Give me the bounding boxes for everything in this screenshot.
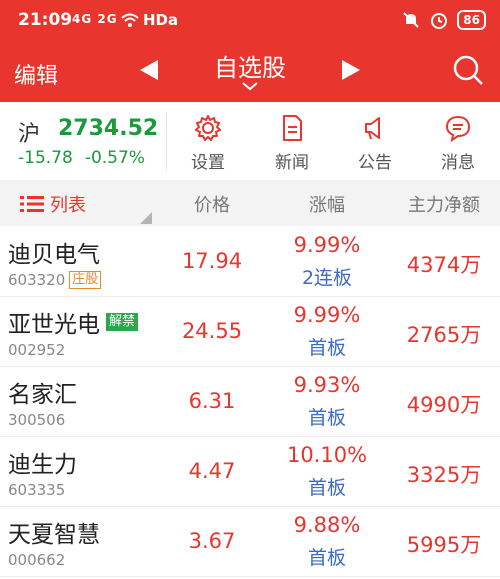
stock-code-wrap: 000662	[8, 551, 65, 569]
stock-change-pct: 9.93%	[293, 373, 361, 397]
table-row[interactable]: 亚世光电 解禁 002952 24.55 9.99% 首板 2765万	[0, 297, 500, 367]
prev-group-icon[interactable]	[138, 58, 160, 82]
stock-code: 603320	[8, 271, 66, 289]
stock-board: 首板	[307, 547, 346, 569]
index-bar: 沪 2734.52 -15.78 -0.57% 设置 新闻 公告 消息	[0, 102, 500, 180]
gear-icon	[195, 115, 221, 141]
stock-name: 名家汇	[8, 382, 77, 408]
news-button[interactable]: 新闻	[262, 114, 322, 173]
stock-code-wrap: 603335	[8, 481, 65, 499]
stock-name-wrap: 迪贝电气	[8, 235, 100, 269]
stock-code: 300506	[8, 411, 66, 429]
table-row[interactable]: 迪贝电气 603320 庄股 17.94 9.99% 2连板 4374万	[0, 227, 500, 297]
stock-flow: 4990万	[406, 393, 482, 417]
header-flow[interactable]: 主力净额	[394, 191, 494, 217]
stock-name-wrap: 名家汇	[8, 375, 77, 409]
wifi-icon	[121, 13, 139, 27]
alarm-icon	[431, 13, 448, 29]
top-nav: 编辑 自选股	[0, 40, 500, 102]
header-change[interactable]: 涨幅	[272, 191, 382, 217]
tool-label-news: 新闻	[275, 153, 309, 173]
wifi-label: HDa	[143, 11, 179, 29]
status-bar: 21:09 4G 2G HDa 86	[0, 0, 500, 40]
document-icon	[283, 115, 302, 141]
stock-price: 24.55	[181, 319, 243, 343]
stock-code-wrap: 603320 庄股	[8, 271, 102, 289]
index-change: -15.78 -0.57%	[18, 148, 145, 168]
stock-name: 迪贝电气	[8, 242, 100, 268]
header-price[interactable]: 价格	[162, 191, 262, 217]
next-group-icon[interactable]	[340, 58, 362, 82]
status-time: 21:09	[18, 10, 73, 30]
stock-tag: 解禁	[106, 313, 139, 331]
stock-name: 迪生力	[8, 452, 77, 478]
stock-price: 4.47	[188, 459, 236, 483]
announcement-button[interactable]: 公告	[345, 114, 405, 173]
messages-button[interactable]: 消息	[428, 114, 488, 173]
index-change-value: -15.78	[18, 148, 73, 168]
stock-code-wrap: 300506	[8, 411, 65, 429]
message-icon	[445, 115, 471, 142]
speaker-icon	[365, 117, 380, 140]
stock-board: 首板	[307, 407, 346, 429]
stock-name: 亚世光电	[8, 312, 100, 338]
stock-board: 首板	[307, 337, 346, 359]
table-header: 列表 价格 涨幅 主力净额	[0, 180, 500, 226]
table-row[interactable]: 天夏智慧 000662 3.67 9.88% 首板 5995万	[0, 507, 500, 577]
stock-name-wrap: 亚世光电 解禁	[8, 305, 139, 339]
stock-price: 6.31	[188, 389, 236, 413]
wifi-indicator: HDa	[120, 11, 178, 29]
table-row[interactable]: 迪生力 603335 4.47 10.10% 首板 3325万	[0, 437, 500, 507]
stock-board: 首板	[307, 477, 346, 499]
stock-name: 天夏智慧	[8, 522, 100, 548]
stock-price: 17.94	[181, 249, 243, 273]
index-price[interactable]: 2734.52	[58, 116, 158, 141]
stock-price: 3.67	[188, 529, 236, 553]
edit-button[interactable]: 编辑	[14, 58, 58, 90]
table-row[interactable]: 名家汇 300506 6.31 9.93% 首板 4990万	[0, 367, 500, 437]
stock-code-wrap: 002952	[8, 341, 65, 359]
search-icon[interactable]	[450, 52, 486, 88]
list-icon	[20, 196, 44, 212]
stock-change-pct: 9.88%	[293, 513, 361, 537]
list-label: 列表	[50, 195, 86, 216]
stock-change-pct: 9.99%	[293, 303, 361, 327]
stock-tag: 庄股	[69, 271, 102, 289]
stock-code: 603335	[8, 481, 66, 499]
chevron-down-icon[interactable]	[240, 80, 260, 92]
stock-code: 002952	[8, 341, 66, 359]
tool-label-announcement: 公告	[358, 153, 392, 173]
index-change-pct: -0.57%	[84, 148, 145, 168]
stock-flow: 3325万	[406, 463, 482, 487]
stock-name-wrap: 迪生力	[8, 445, 77, 479]
stock-name-wrap: 天夏智慧	[8, 515, 100, 549]
stock-board: 2连板	[301, 267, 353, 289]
sort-corner-icon	[140, 212, 152, 224]
page-title[interactable]: 自选股	[200, 48, 300, 83]
stock-flow: 4374万	[406, 253, 482, 277]
stock-change-pct: 9.99%	[293, 233, 361, 257]
tool-label-settings: 设置	[191, 153, 225, 173]
list-toggle[interactable]: 列表	[20, 191, 86, 217]
market-label[interactable]: 沪	[18, 116, 40, 148]
stock-flow: 2765万	[406, 323, 482, 347]
battery-icon: 86	[457, 10, 486, 30]
stock-code: 000662	[8, 551, 66, 569]
stock-change-pct: 10.10%	[286, 443, 368, 467]
mute-icon	[403, 12, 420, 28]
tool-label-messages: 消息	[441, 153, 475, 173]
signal-icon: 4G 2G	[72, 12, 118, 26]
settings-button[interactable]: 设置	[178, 114, 238, 173]
stock-flow: 5995万	[406, 533, 482, 557]
divider	[166, 112, 167, 170]
